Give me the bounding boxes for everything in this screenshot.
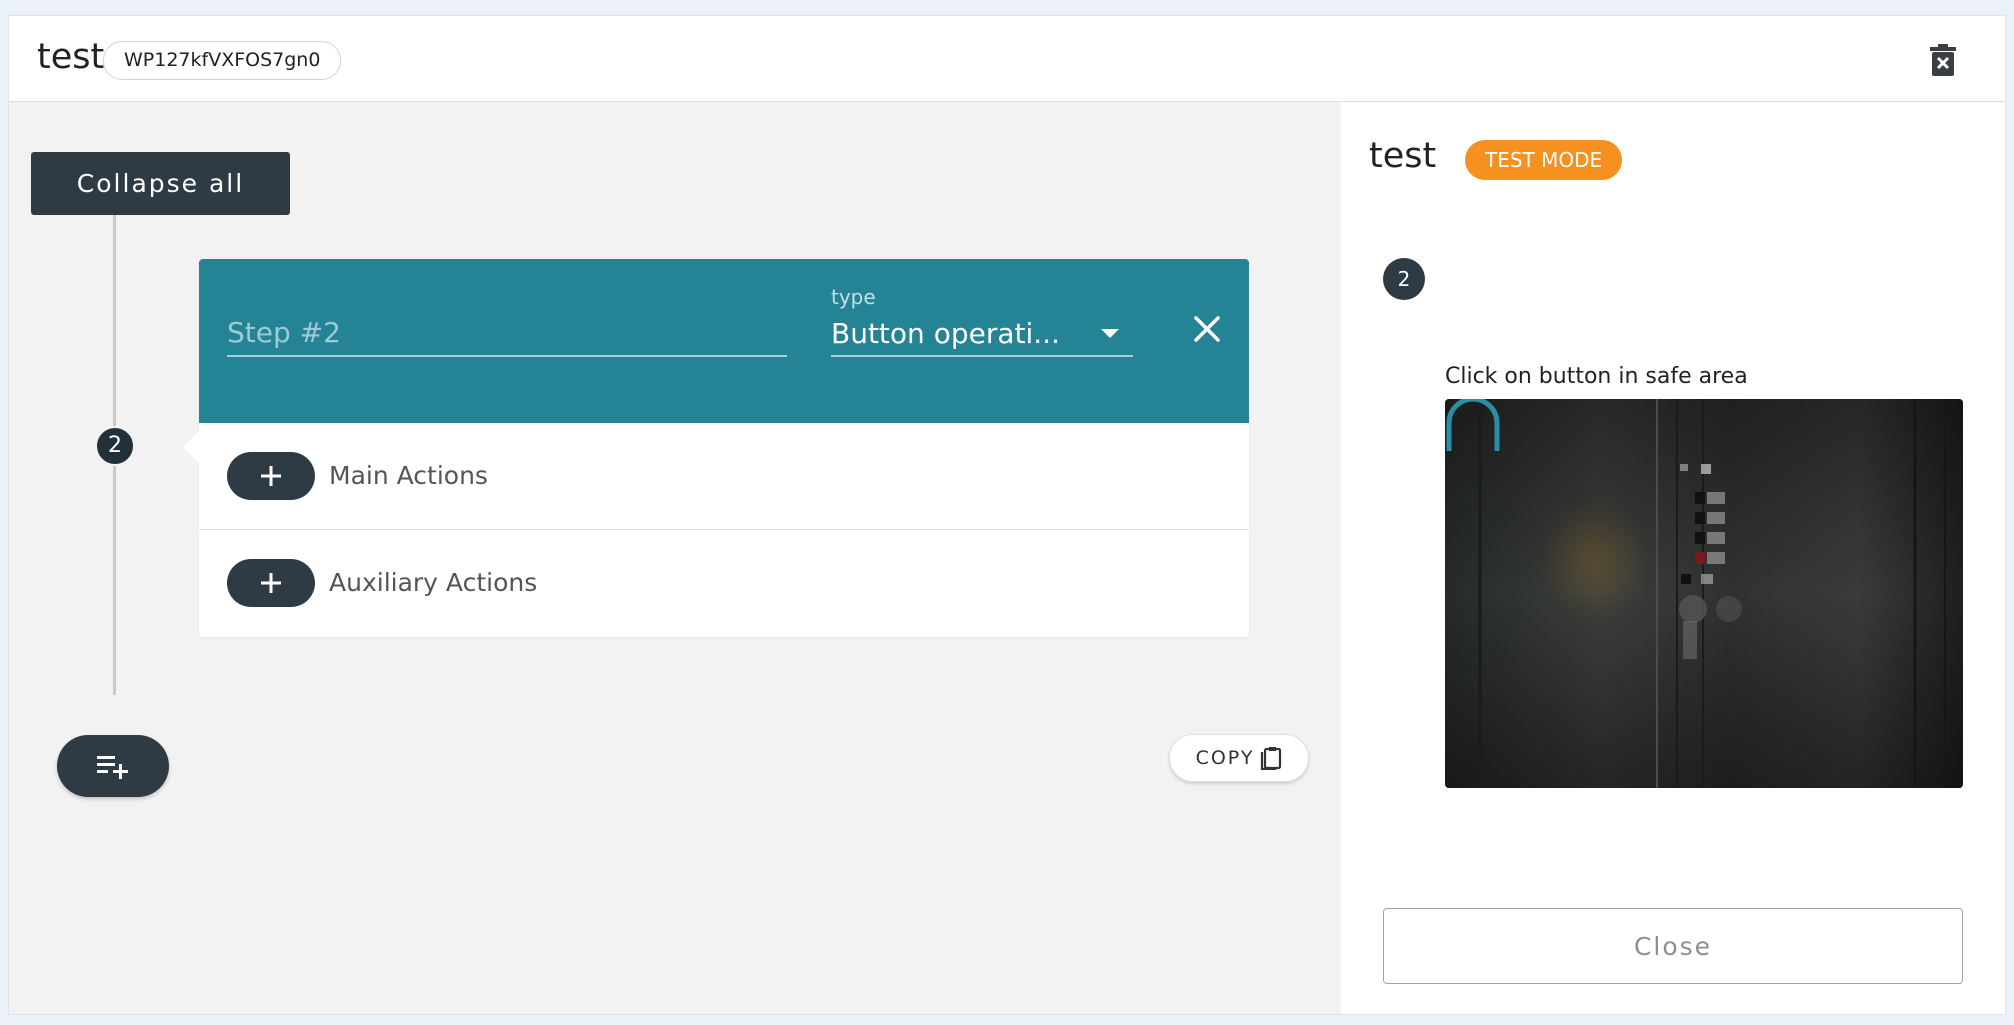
delete-button[interactable] <box>1923 40 1963 80</box>
playlist-add-icon <box>97 756 128 779</box>
type-select[interactable]: Button operati... <box>831 309 1133 357</box>
header: test WP127kfVXFOS7gn0 <box>9 16 2005 102</box>
auxiliary-actions-label: Auxiliary Actions <box>329 568 538 597</box>
main-actions-row: Main Actions <box>199 423 1249 530</box>
step-instruction: Click on button in safe area <box>1445 364 1748 389</box>
flow-editor: Collapse all 2 type Button operati... <box>9 102 1341 1014</box>
preview-panel: test TEST MODE 2 Click on button in safe… <box>1341 102 2005 1014</box>
caret-down-icon <box>1101 329 1119 338</box>
type-label: type <box>831 285 876 309</box>
main-actions-label: Main Actions <box>329 461 488 490</box>
remove-step-button[interactable] <box>1187 309 1227 349</box>
close-button[interactable]: Close <box>1383 908 1963 984</box>
collapse-all-button[interactable]: Collapse all <box>31 152 290 215</box>
add-auxiliary-action-button[interactable] <box>227 559 315 607</box>
preview-camera-image[interactable] <box>1445 399 1963 788</box>
clipboard-icon <box>1261 747 1282 770</box>
elevator-door-image <box>1445 399 1963 788</box>
plus-icon <box>261 573 281 593</box>
step-card: type Button operati... Main Acti <box>183 259 1249 637</box>
step-name-input[interactable] <box>227 309 787 357</box>
id-chip: WP127kfVXFOS7gn0 <box>103 41 342 80</box>
type-select-value: Button operati... <box>831 317 1060 350</box>
trash-icon <box>1930 44 1956 76</box>
plus-icon <box>261 466 281 486</box>
test-mode-badge: TEST MODE <box>1465 140 1623 180</box>
add-step-button[interactable] <box>57 735 169 797</box>
page-title: test <box>37 37 105 77</box>
app-window: test WP127kfVXFOS7gn0 Collapse all 2 typ… <box>8 15 2006 1015</box>
copy-label: COPY <box>1195 747 1255 769</box>
add-main-action-button[interactable] <box>227 452 315 500</box>
preview-title: test <box>1369 136 1437 176</box>
step-number-badge: 2 <box>95 426 135 466</box>
auxiliary-actions-row: Auxiliary Actions <box>199 530 1249 636</box>
copy-button[interactable]: COPY <box>1169 734 1309 782</box>
close-icon <box>1194 316 1220 342</box>
step-card-header: type Button operati... <box>199 259 1249 423</box>
preview-step-number: 2 <box>1383 258 1425 300</box>
